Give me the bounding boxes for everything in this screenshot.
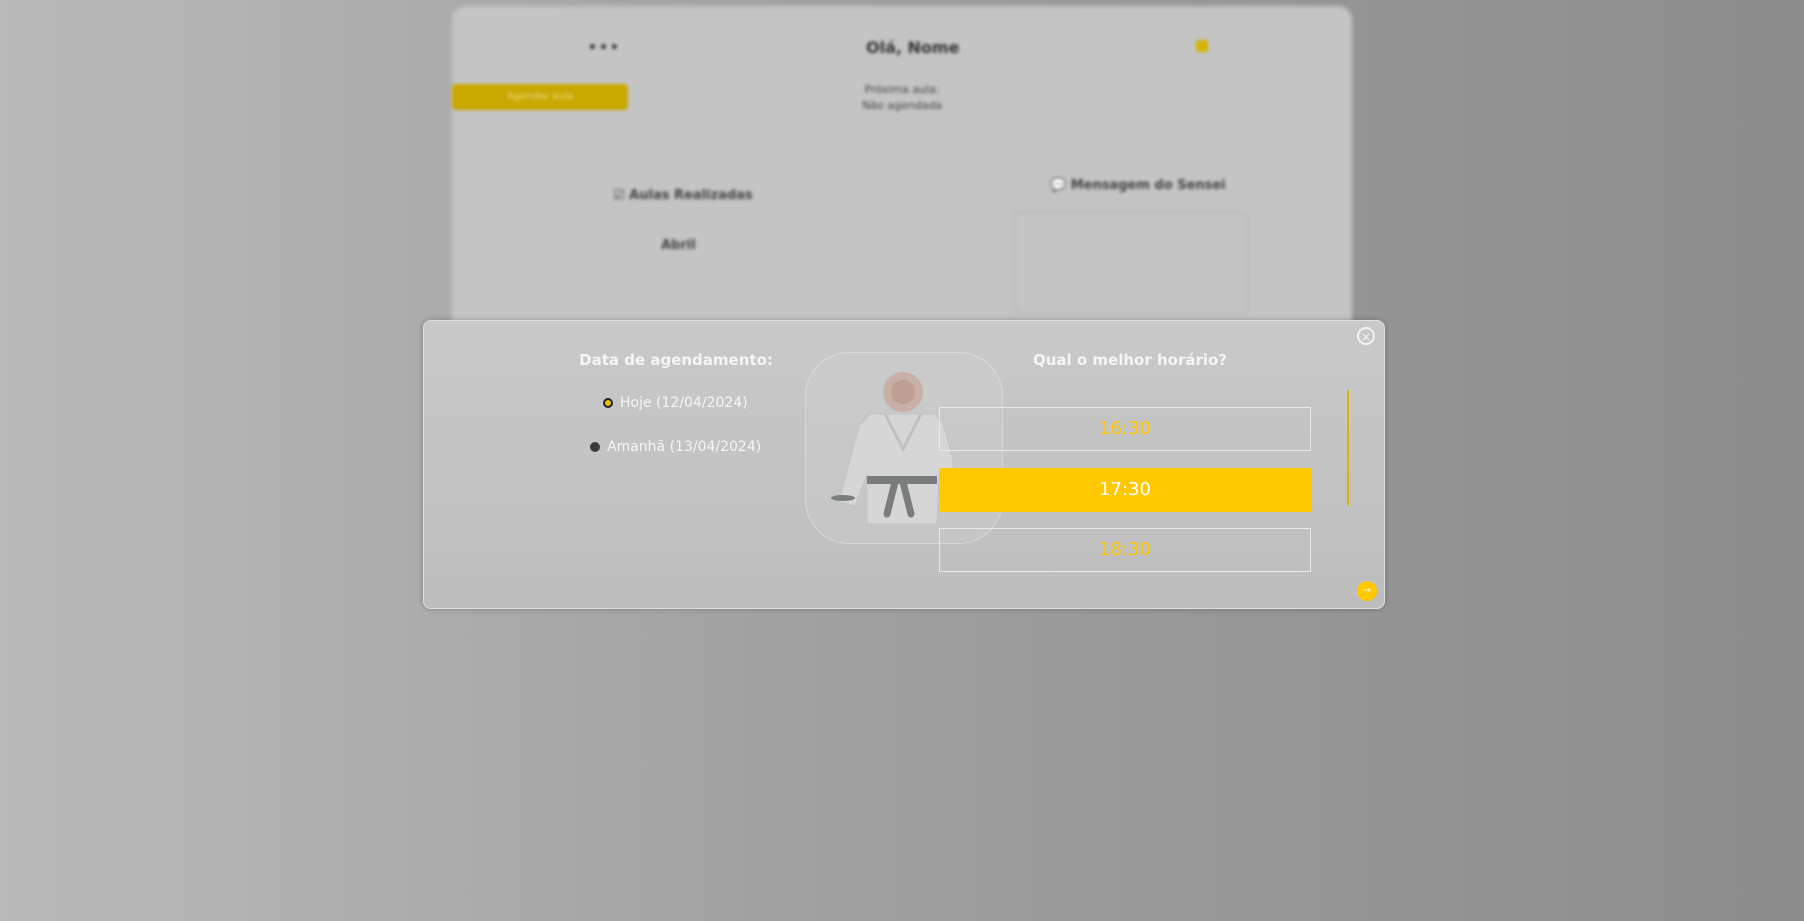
date-section-title: Data de agendamento: <box>579 351 773 369</box>
time-section-title: Qual o melhor horário? <box>1032 351 1228 369</box>
date-option-label: Hoje (12/04/2024) <box>620 395 748 411</box>
next-class-label: Próxima aula: <box>864 83 940 96</box>
date-option-label: Amanhã (13/04/2024) <box>607 439 762 455</box>
scrollbar[interactable] <box>1347 390 1349 506</box>
radio-selected-icon[interactable] <box>603 398 613 408</box>
close-icon[interactable]: × <box>1357 327 1375 345</box>
next-class-value: Não agendada <box>861 99 943 112</box>
date-option-today[interactable]: Hoje (12/04/2024) <box>603 395 748 411</box>
time-slot-1830[interactable]: 18:30 <box>939 528 1311 572</box>
time-slot-1630[interactable]: 16:30 <box>939 407 1311 451</box>
sensei-message-box <box>1014 212 1248 314</box>
greeting-title: Olá, Nome <box>866 38 960 57</box>
month-label: Abril <box>661 238 696 253</box>
menu-dots-icon: ••• <box>588 40 621 56</box>
schedule-class-button: Agendar aula <box>452 84 628 110</box>
next-class-info: Próxima aula: Não agendada <box>832 82 972 114</box>
classes-done-title: ☑ Aulas Realizadas <box>613 188 753 203</box>
radio-unselected-icon[interactable] <box>590 442 600 452</box>
next-arrow-icon[interactable]: → <box>1357 581 1377 601</box>
badge-icon <box>1196 40 1208 52</box>
time-slot-1730-selected[interactable]: 17:30 <box>939 468 1311 512</box>
sensei-message-title: 💬 Mensagem do Sensei <box>1050 178 1226 193</box>
date-option-tomorrow[interactable]: Amanhã (13/04/2024) <box>590 439 761 455</box>
